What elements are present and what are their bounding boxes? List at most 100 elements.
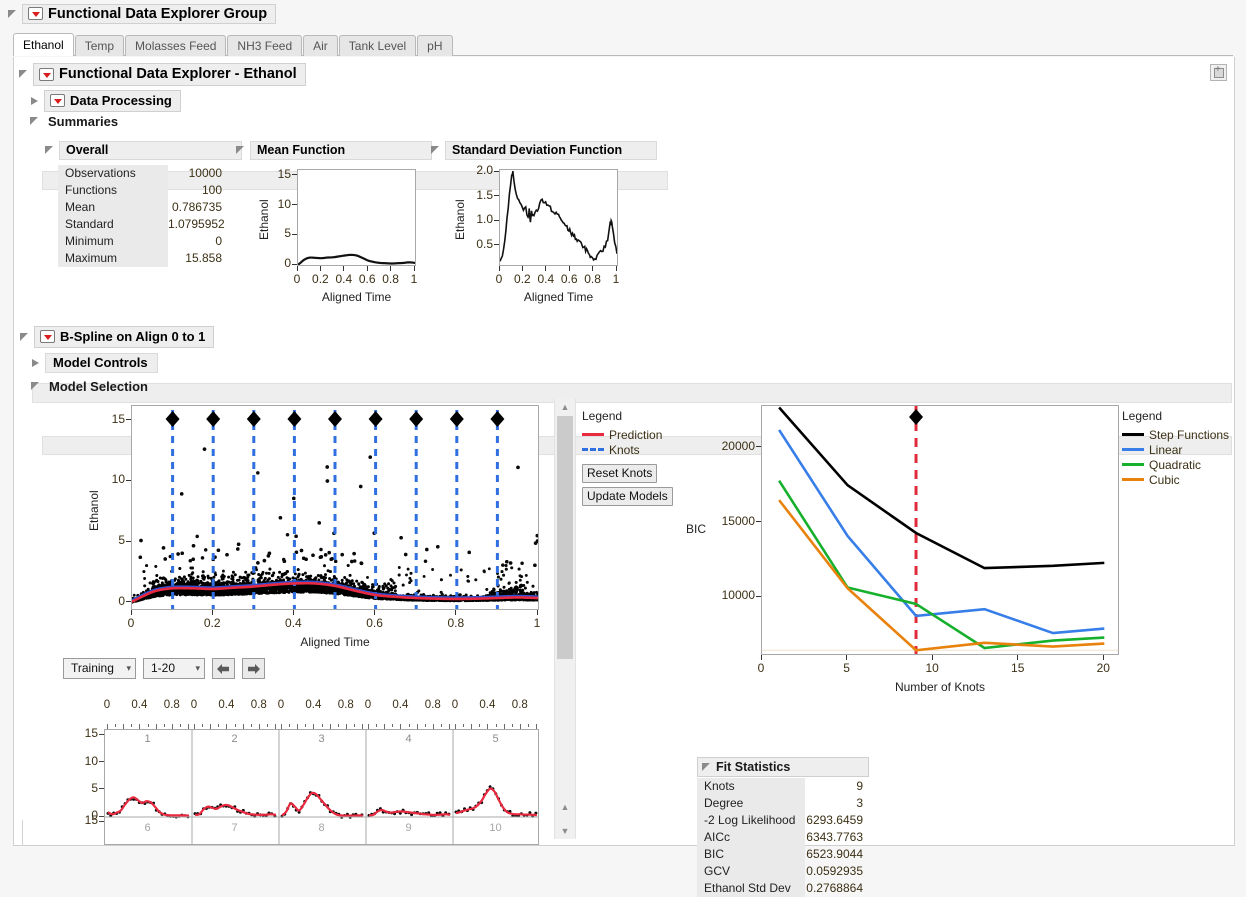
fit-statistics-table: Knots9Degree3-2 Log Likelihood6293.6459A… [697,778,867,897]
panel-x-tick-label: 0 [267,699,295,711]
overall-row: Overall [45,141,242,160]
window-title-bar: Functional Data Explorer Group [0,0,1246,28]
tab-air[interactable]: Air [303,35,338,56]
reset-knots-button[interactable]: Reset Knots [582,464,657,483]
tab-molasses-feed[interactable]: Molasses Feed [125,35,226,56]
outline-toggle-overall[interactable] [45,146,54,155]
red-triangle-menu-icon-dp[interactable] [50,94,65,107]
x-tick [545,266,546,271]
panel-label-7: 7 [191,822,278,834]
x-tick [320,266,321,271]
data-processing-row: Data Processing [30,90,181,112]
range-select[interactable]: 1-20 ▾ [143,658,205,679]
mean-function-plot-area[interactable] [297,169,416,266]
outline-toggle-summaries[interactable] [30,117,39,126]
bic-plot-area[interactable] [761,405,1119,655]
std-dev-function-plot-area[interactable] [499,169,618,266]
outline-toggle-fit-statistics[interactable] [702,763,711,772]
panel-x-tick [496,724,497,727]
tab-temp[interactable]: Temp [75,35,124,56]
window-title: Functional Data Explorer Group [48,6,267,22]
bic-series-3 [779,500,1104,650]
outline-toggle-bspline[interactable] [20,333,29,342]
y-tick [126,601,131,602]
application-window: Functional Data Explorer Group Ethanol T… [0,0,1246,846]
y-tick-label: 1.0 [463,212,493,226]
x-tick [616,266,617,271]
next-page-button[interactable] [242,658,265,679]
step-functions-swatch [1122,433,1144,436]
outline-toggle-report[interactable] [19,70,28,79]
set-select[interactable]: Training ▾ [63,658,136,679]
outline-toggle-root[interactable] [8,10,17,19]
panel-label-3: 3 [278,733,365,745]
panel-x-tick-label: 0 [441,699,469,711]
outline-toggle-model-controls[interactable] [31,359,40,368]
tab-ph[interactable]: pH [417,35,452,56]
tab-nh3-feed[interactable]: NH3 Feed [227,35,302,56]
x-tick [367,266,368,271]
tab-tank-level[interactable]: Tank Level [339,35,416,56]
scroll-bar-vertical[interactable]: ▲ ▲ ▼ [554,399,576,839]
panel-x-tick-label: 0.4 [386,699,414,711]
panel-label-2: 2 [191,733,278,745]
summaries-label: Summaries [48,114,118,129]
restore-window-icon[interactable] [1210,64,1227,81]
update-models-button[interactable]: Update Models [582,487,673,506]
scroll-thumb[interactable] [557,416,573,659]
bic-legend: Legend Step Functions Linear Quadratic C… [1122,409,1229,487]
y-tick [292,264,297,265]
prev-page-button[interactable] [212,658,235,679]
x-tick-label: 1 [602,272,630,286]
x-axis-title: Number of Knots [761,680,1119,694]
stat-value: 3 [805,795,867,812]
panel-x-tick [202,724,203,727]
panel-y-tick-label: 10 [70,754,98,768]
y-tick-label: 15 [267,167,291,181]
x-axis-title: Aligned Time [287,290,426,304]
panel-x-tick [322,724,323,727]
panel-x-tick-label: 0.8 [506,699,534,711]
y-tick [756,596,761,597]
bic-legend-title: Legend [1122,409,1229,423]
x-tick-label: 20 [1087,661,1119,675]
overall-label: Overall [66,143,108,157]
y-tick-label: 10 [97,472,125,486]
panel-y-tick-label: 15 [70,726,98,740]
panel-x-tick-label: 0 [354,699,382,711]
outline-toggle-mean-function[interactable] [236,146,245,155]
scroll-up-arrow-icon[interactable]: ▲ [555,399,575,415]
std-dev-function-label: Standard Deviation Function [452,143,622,157]
panel-label-9: 9 [365,822,452,834]
y-tick-label: 10000 [709,588,755,602]
scatter-plot-area[interactable] [131,405,539,610]
x-tick [499,266,500,271]
outline-toggle-data-processing[interactable] [30,97,39,106]
red-triangle-menu-icon[interactable] [28,7,43,20]
report-panel: Functional Data Explorer - Ethanol Data … [13,57,1235,846]
y-tick-label: 0 [97,594,125,608]
x-tick [761,655,762,660]
std-dev-function-row: Standard Deviation Function [431,141,657,160]
panel-x-tick [354,724,355,727]
scroll-down-arrow-icon[interactable]: ▼ [555,823,575,839]
tab-ethanol[interactable]: Ethanol [13,33,74,56]
y-tick [494,244,499,245]
red-triangle-menu-icon-bspline[interactable] [40,330,55,343]
chevron-down-icon-range: ▾ [195,663,200,674]
bic-series-1 [779,430,1104,633]
right-arrow-icon [246,663,261,675]
stat-value: 6293.6459 [805,812,867,829]
outline-toggle-std-dev[interactable] [431,146,440,155]
x-tick-label: 0.2 [196,616,228,630]
stat-value: 9 [805,778,867,795]
quadratic-swatch [1122,463,1144,466]
red-triangle-menu-icon-report[interactable] [39,68,54,81]
panel-x-tick [392,724,393,727]
mean-function-row: Mean Function [236,141,432,160]
panel-label-10: 10 [452,822,539,834]
y-tick-label: 15000 [709,514,755,528]
outline-toggle-model-selection[interactable] [31,382,40,391]
scroll-down-arrow-small-icon[interactable]: ▲ [555,799,575,815]
x-tick-label: 1 [400,272,428,286]
